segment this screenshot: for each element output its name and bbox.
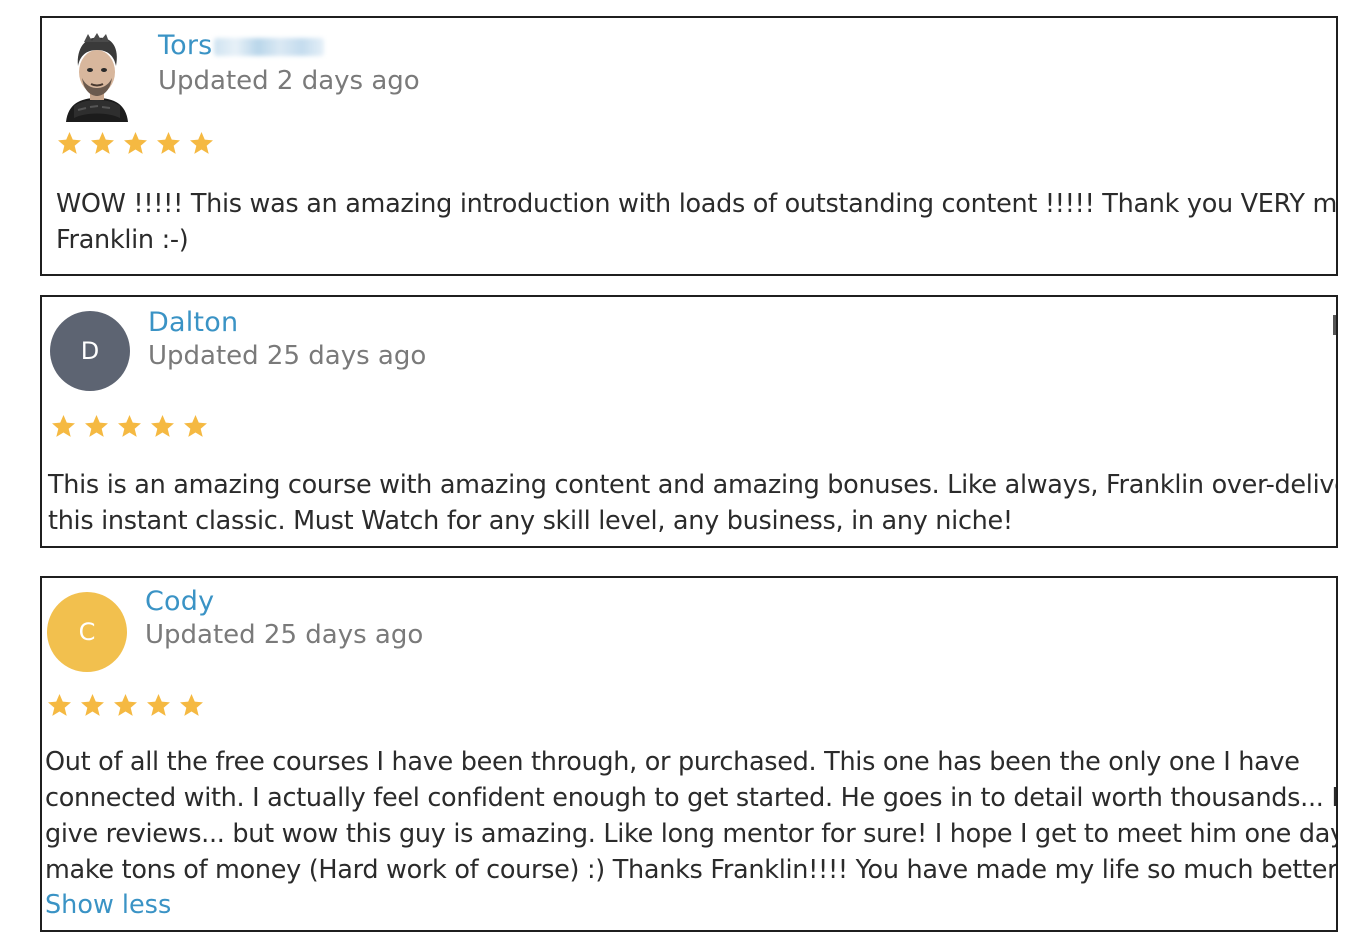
star-icon bbox=[81, 694, 104, 716]
star-rating bbox=[50, 413, 209, 440]
review-line: connected with. I actually feel confiden… bbox=[45, 783, 1338, 813]
star-icon bbox=[147, 694, 170, 716]
star-icon bbox=[85, 415, 108, 437]
updated-timestamp: Updated 25 days ago bbox=[145, 620, 424, 650]
show-less-link[interactable]: Show less bbox=[45, 890, 171, 920]
updated-timestamp: Updated 2 days ago bbox=[158, 66, 420, 96]
reviewer-name[interactable]: Tors bbox=[158, 30, 325, 61]
updated-timestamp: Updated 25 days ago bbox=[148, 341, 427, 371]
review-line: WOW !!!!! This was an amazing introducti… bbox=[56, 189, 1338, 219]
review-line: give reviews... but wow this guy is amaz… bbox=[45, 819, 1338, 849]
star-icon bbox=[157, 132, 180, 154]
review-card: D Dalton Updated 25 days ago This is an … bbox=[40, 295, 1338, 548]
star-icon bbox=[114, 694, 137, 716]
user-photo-icon bbox=[66, 33, 128, 122]
review-line: Out of all the free courses I have been … bbox=[45, 747, 1300, 777]
star-icon bbox=[151, 415, 174, 437]
redacted-name-blur bbox=[214, 37, 325, 56]
star-icon bbox=[190, 132, 213, 154]
avatar-initial: D bbox=[80, 337, 100, 365]
reviewer-avatar[interactable]: D bbox=[50, 311, 130, 391]
reviewer-name-text[interactable]: Tors bbox=[158, 30, 212, 61]
star-icon bbox=[52, 415, 75, 437]
star-icon bbox=[48, 694, 71, 716]
review-card: Tors Updated 2 days ago WOW !!!!! This w… bbox=[40, 16, 1338, 276]
avatar-initial: C bbox=[78, 618, 96, 646]
star-icon bbox=[124, 132, 147, 154]
reviewer-avatar[interactable]: C bbox=[47, 592, 127, 672]
reviewer-avatar-photo[interactable] bbox=[64, 32, 130, 122]
star-icon bbox=[184, 415, 207, 437]
reviewer-name[interactable]: Cody bbox=[145, 586, 214, 617]
star-icon bbox=[180, 694, 203, 716]
star-icon bbox=[91, 132, 114, 154]
review-line: This is an amazing course with amazing c… bbox=[48, 470, 1338, 500]
star-icon bbox=[118, 415, 141, 437]
review-line: Franklin :-) bbox=[56, 225, 189, 255]
star-icon bbox=[58, 132, 81, 154]
reviewer-name[interactable]: Dalton bbox=[148, 307, 238, 338]
star-rating bbox=[46, 692, 205, 719]
review-line: make tons of money (Hard work of course)… bbox=[45, 855, 1338, 885]
star-rating bbox=[56, 130, 215, 157]
review-card: C Cody Updated 25 days ago Out of all th… bbox=[40, 576, 1338, 932]
scroll-edge-marker bbox=[1333, 315, 1336, 335]
review-line: this instant classic. Must Watch for any… bbox=[48, 506, 1013, 536]
